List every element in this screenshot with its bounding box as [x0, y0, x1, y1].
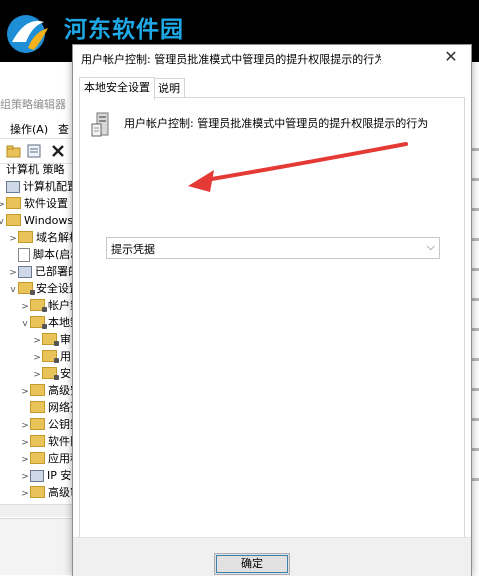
tree-item-label: 高级安 [48, 384, 72, 397]
policy-name: 用户帐户控制: 管理员批准模式中管理员的提升权限提示的行为 [124, 117, 429, 130]
tab-local-security-setting[interactable]: 本地安全设置 [79, 77, 155, 100]
background-menu-bar: 操作(A) 查 [0, 118, 70, 138]
folder-icon [6, 197, 21, 209]
tree-item-label: 域名解析 [36, 231, 72, 244]
tree-item-label: 应用程 [48, 452, 72, 465]
open-folder-icon[interactable] [6, 143, 22, 159]
properties-icon[interactable] [26, 143, 42, 159]
tree-item-label: 软件限 [48, 435, 72, 448]
tree-item-label: 公钥策 [48, 418, 72, 431]
tree-item-label: 安 [60, 367, 71, 380]
dialog-footer: 确定 [73, 537, 471, 576]
folder-lock-icon [18, 282, 35, 295]
folder-icon [30, 486, 45, 498]
tree-item-label: 网络列 [48, 401, 72, 414]
doc-icon [18, 248, 30, 262]
pc-icon [18, 266, 32, 278]
tree-item-label: 计算机 策略 [6, 163, 65, 176]
tree-item-label: 安全设置 [36, 282, 72, 295]
policy-tree: 计算机 策略计算机配置>软件设置vWindows 设>域名解析脚本(启动>已部署… [0, 162, 72, 504]
horizontal-scrollbar[interactable] [0, 504, 72, 517]
folder-lock-icon [30, 299, 47, 312]
tree-item-label: 已部署的 [35, 265, 72, 278]
server-policy-icon [91, 112, 113, 138]
pc-icon [6, 181, 20, 193]
tree-item-label: 高级审 [48, 486, 72, 499]
dialog-title: 用户帐户控制: 管理员批准模式中管理员的提升权限提示的行为 属性 [81, 53, 381, 66]
annotation-arrow-icon [188, 142, 408, 192]
menu-action[interactable]: 操作(A) [10, 121, 48, 137]
folder-icon [30, 435, 45, 447]
delete-icon[interactable] [50, 143, 66, 159]
site-name: 河东软件园 [64, 16, 184, 43]
folder-icon [30, 452, 45, 464]
chevron-down-icon[interactable]: v [8, 280, 18, 300]
tree-item-label: 软件设置 [24, 197, 68, 210]
status-bar [0, 518, 72, 575]
folder-icon [30, 418, 45, 430]
folder-lock-icon [30, 316, 47, 329]
tree-item-label: 本地策 [48, 316, 72, 329]
tree-item-label: 脚本(启动 [33, 248, 72, 261]
prompt-behavior-select[interactable]: 提示凭据 ⌵ [106, 237, 440, 259]
chevron-down-icon: ⌵ [426, 240, 435, 253]
folder-icon [6, 214, 21, 226]
tree-item-label: 审 [60, 333, 71, 346]
background-window-title: 组策略编辑器 [0, 98, 66, 111]
menu-view[interactable]: 查 [58, 121, 69, 137]
close-icon[interactable]: ✕ [441, 47, 461, 67]
pc-icon [30, 470, 44, 482]
site-logo-icon [4, 12, 56, 56]
folder-icon [30, 384, 45, 396]
chevron-down-icon[interactable]: v [20, 314, 30, 334]
folder-icon [18, 231, 33, 243]
select-value: 提示凭据 [111, 243, 155, 256]
tree-item-label: 帐户策 [48, 299, 72, 312]
chevron-right-icon[interactable]: > [20, 484, 30, 504]
tree-item[interactable]: > 高级审 [20, 483, 72, 503]
ok-button[interactable]: 确定 [214, 553, 290, 575]
tree-item-label: IP 安全 [47, 469, 72, 482]
folder-icon [30, 401, 45, 413]
tree-item-label: 计算机配置 [23, 180, 72, 193]
tree-item-label: 用 [60, 350, 71, 363]
folder-lock-icon [42, 350, 59, 363]
folder-lock-icon [42, 333, 59, 346]
tab-explain[interactable]: 说明 [153, 78, 185, 99]
background-toolbar [0, 138, 72, 164]
properties-dialog: 用户帐户控制: 管理员批准模式中管理员的提升权限提示的行为 属性 ✕ 本地安全设… [72, 44, 472, 576]
tree-item-label: Windows 设 [24, 214, 72, 227]
folder-lock-icon [42, 367, 59, 380]
